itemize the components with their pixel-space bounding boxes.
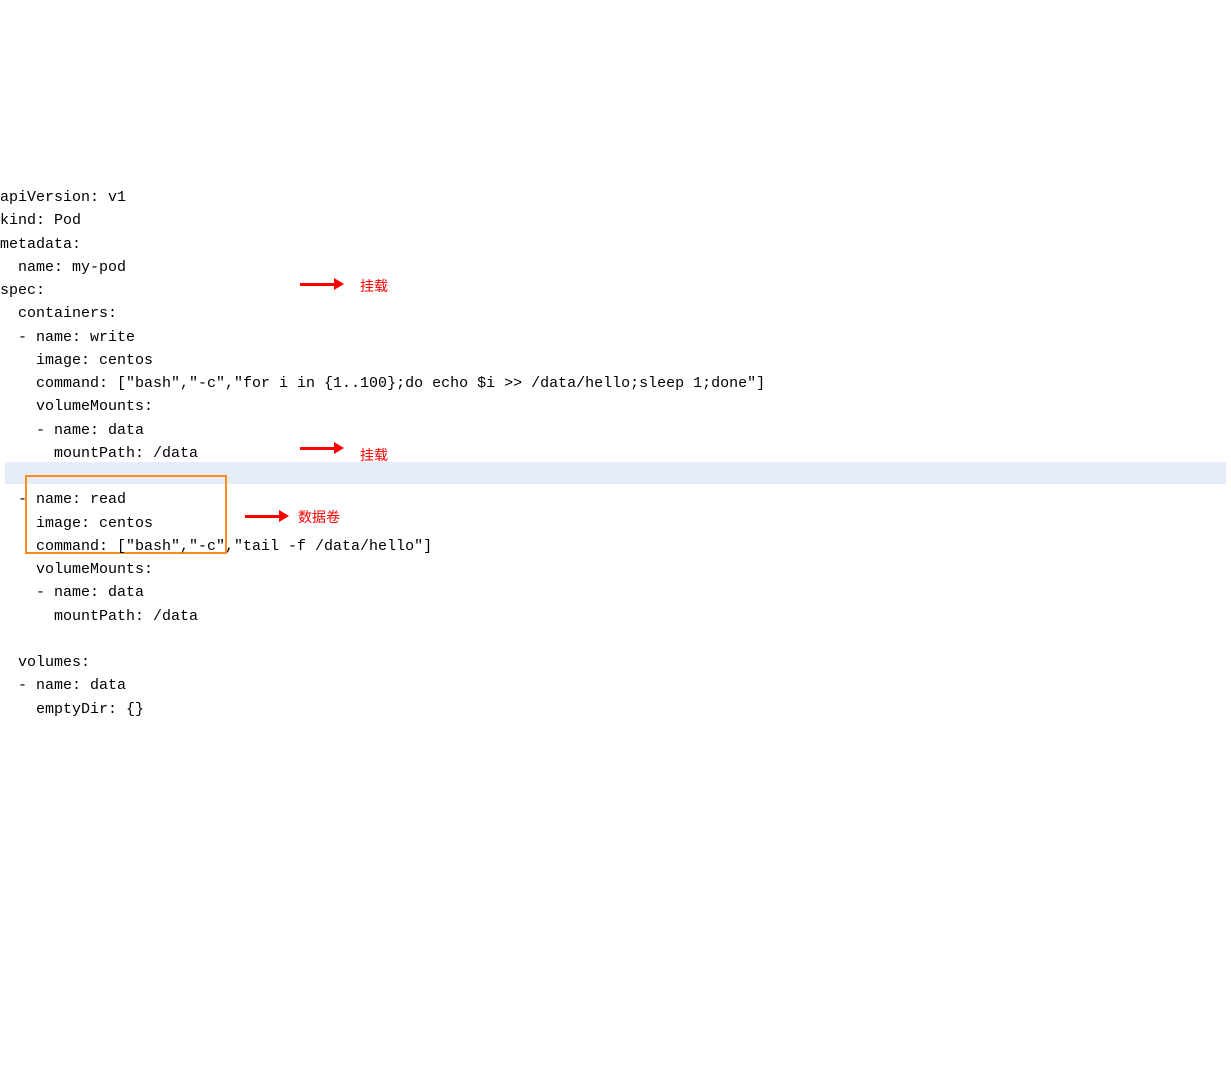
code-line: kind: Pod [0,212,81,229]
code-line: containers: [0,305,117,322]
code-line: volumeMounts: [0,398,153,415]
code-line: command: ["bash","-c","tail -f /data/hel… [0,538,432,555]
code-line: - name: data [0,422,144,439]
code-line: mountPath: /data [0,608,198,625]
code-line: apiVersion: v1 [0,189,126,206]
code-line: emptyDir: {} [0,701,144,718]
code-line: name: my-pod [0,259,126,276]
code-line: image: centos [0,352,153,369]
code-line: volumes: [0,654,90,671]
code-line: volumeMounts: [0,561,153,578]
code-line: metadata: [0,236,81,253]
code-block: apiVersion: v1 kind: Pod metadata: name:… [0,163,1231,744]
code-line: spec: [0,282,45,299]
code-line: - name: data [0,584,144,601]
code-line-part-b: th: /data [117,445,198,462]
code-line-part-a: mountPa [0,445,117,462]
page-root: apiVersion: v1 kind: Pod metadata: name:… [0,0,1231,1080]
code-line: command: ["bash","-c","for i in {1..100}… [0,375,765,392]
code-line: image: centos [0,515,153,532]
code-line: - name: write [0,329,135,346]
code-line: - name: read [0,491,126,508]
code-line: - name: data [0,677,126,694]
